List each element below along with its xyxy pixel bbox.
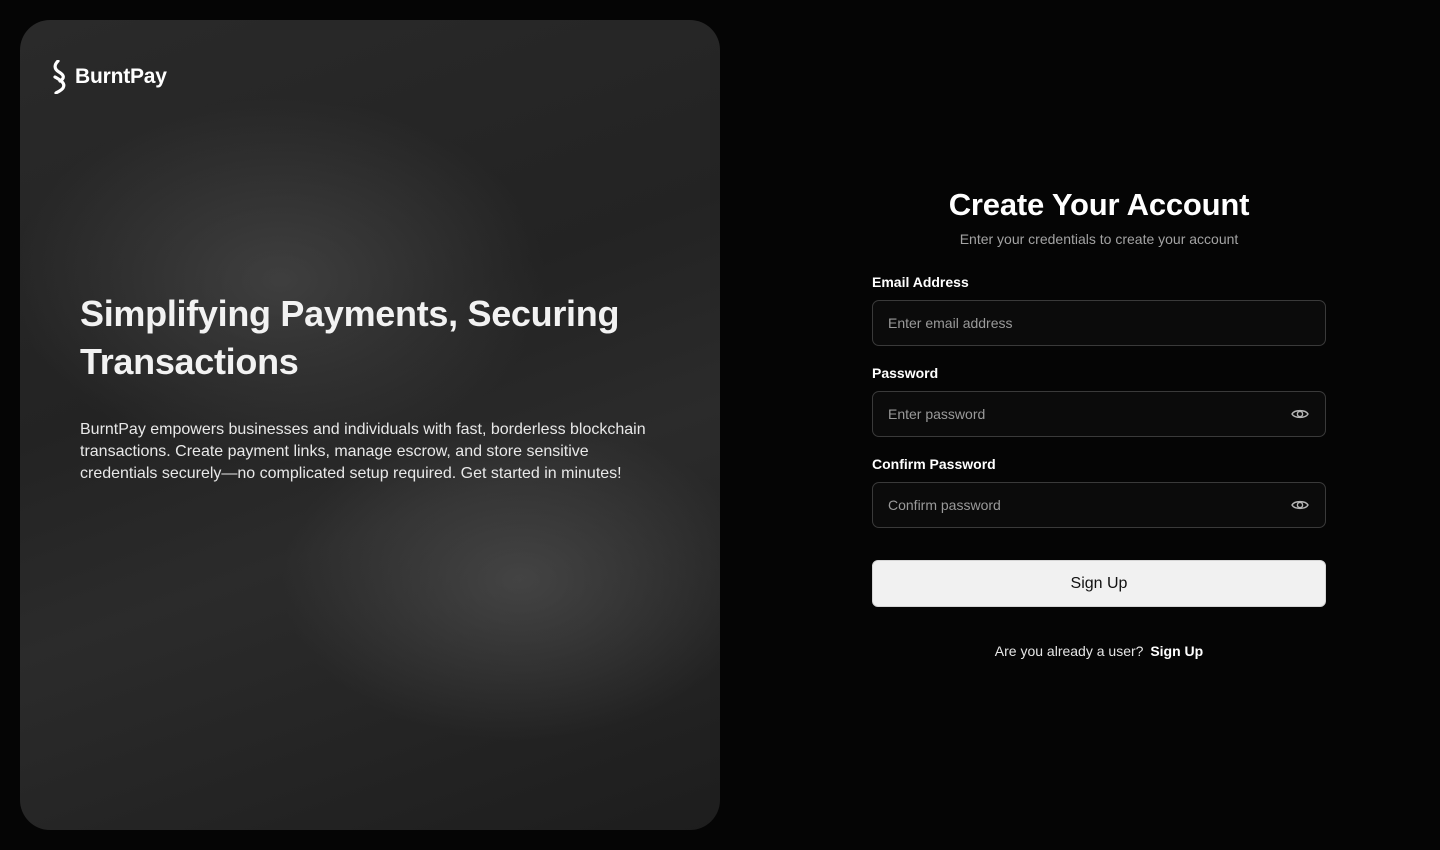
eye-icon <box>1291 409 1309 419</box>
signup-form: Create Your Account Enter your credentia… <box>872 185 1326 660</box>
password-visibility-toggle[interactable] <box>1289 405 1311 423</box>
burntpay-logo-icon <box>53 60 66 94</box>
existing-user-link[interactable]: Sign Up <box>1150 643 1203 659</box>
password-field-wrapper <box>872 391 1326 437</box>
brand-logo[interactable]: BurntPay <box>51 60 167 94</box>
form-subtitle: Enter your credentials to create your ac… <box>959 231 1239 247</box>
password-input[interactable] <box>873 392 1325 436</box>
brand-name: BurntPay <box>75 65 167 88</box>
hero-panel: BurntPay Simplifying Payments, Securing … <box>20 20 720 830</box>
hero-heading: Simplifying Payments, Securing Transacti… <box>80 293 620 382</box>
existing-user-prompt: Are you already a user? <box>994 643 1144 659</box>
sign-up-button[interactable]: Sign Up <box>872 560 1326 607</box>
form-title: Create Your Account <box>948 187 1250 222</box>
confirm-password-visibility-toggle[interactable] <box>1289 496 1311 514</box>
confirm-password-field-wrapper <box>872 482 1326 528</box>
hero-description: BurntPay empowers businesses and individ… <box>80 421 646 482</box>
eye-icon <box>1291 500 1309 510</box>
email-label: Email Address <box>872 274 969 290</box>
password-label: Password <box>872 365 939 381</box>
confirm-password-label: Confirm Password <box>872 456 996 472</box>
confirm-password-input[interactable] <box>873 483 1325 527</box>
existing-user-row: Are you already a user? Sign Up <box>872 642 1326 660</box>
email-input[interactable] <box>873 301 1325 345</box>
email-field-wrapper <box>872 300 1326 346</box>
signup-page: BurntPay Simplifying Payments, Securing … <box>0 0 1440 850</box>
